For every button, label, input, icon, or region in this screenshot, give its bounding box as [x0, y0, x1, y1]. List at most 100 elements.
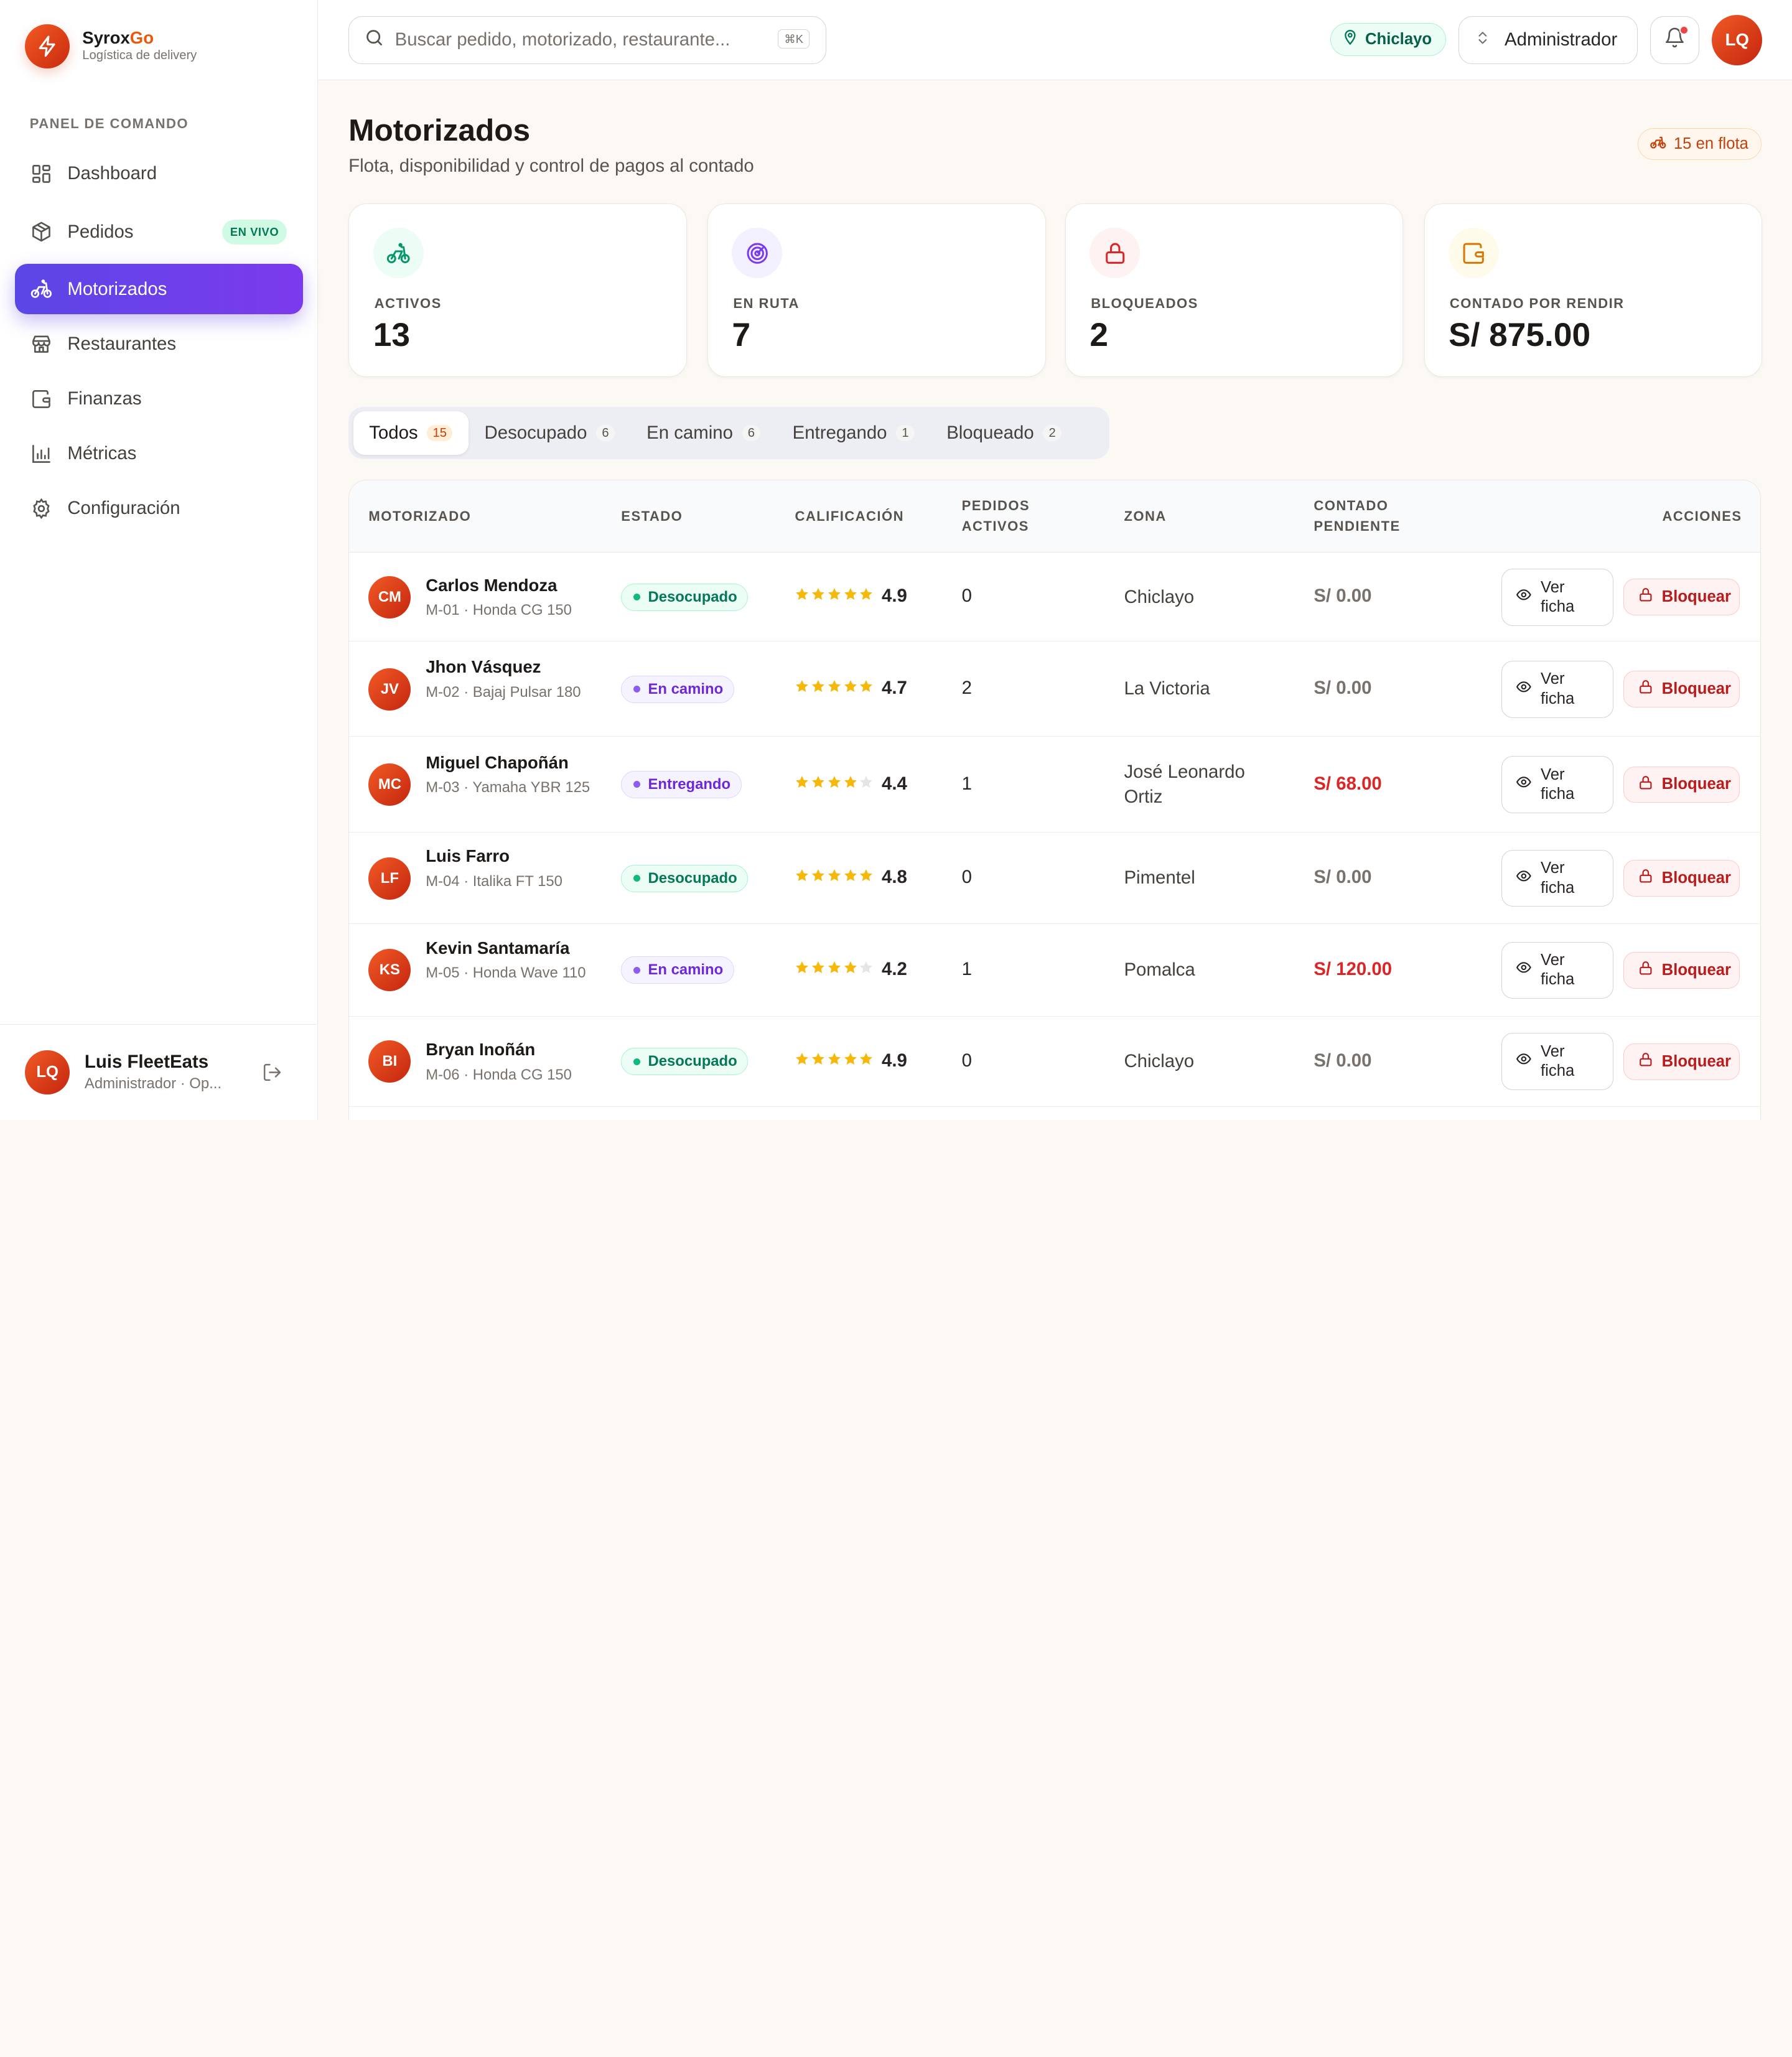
sidebar-item-configuracion[interactable]: Configuración [15, 483, 303, 534]
column-header[interactable]: CALIFICACIÓN [795, 506, 904, 526]
city-selector[interactable]: Chiclayo [1330, 22, 1447, 56]
rider-name[interactable]: Miguel Chapoñán [426, 753, 569, 773]
star-icon [859, 585, 874, 607]
table-row[interactable]: LF Luis Farro M-04 · Italika FT 150 Desocup… [349, 833, 1761, 925]
star-icon [811, 773, 826, 795]
rating: 4.4 [795, 773, 907, 795]
star-icon [795, 959, 810, 980]
zone: La Victoria [1124, 678, 1210, 699]
tab-count: 1 [896, 424, 915, 442]
block-button[interactable]: Bloquear [1623, 860, 1740, 897]
eye-icon [1516, 679, 1532, 700]
stat-card-bloqueados: BLOQUEADOS 2 [1065, 203, 1404, 378]
view-profile-button[interactable]: Ver ficha [1501, 660, 1613, 718]
store-icon [30, 332, 53, 355]
tab-bloqueado[interactable]: Bloqueado 2 [930, 411, 1077, 455]
bike-icon [373, 228, 424, 279]
star-icon [827, 959, 842, 980]
sidebar-item-pedidos[interactable]: Pedidos EN VIVO [15, 207, 303, 257]
table-row[interactable]: KS Kevin Santamaría M-05 · Honda Wave 110 E… [349, 924, 1761, 1017]
tab-todos[interactable]: Todos 15 [353, 411, 469, 455]
active-orders: 1 [961, 959, 972, 980]
rider-vehicle: M-06 · Honda CG 150 [426, 1066, 572, 1083]
star-icon [859, 678, 874, 699]
sidebar-item-label: Finanzas [67, 388, 142, 409]
view-profile-button[interactable]: Ver ficha [1501, 1033, 1613, 1091]
block-button[interactable]: Bloquear [1623, 1043, 1740, 1080]
fleet-count-chip: 15 en flota [1637, 128, 1762, 161]
avatar: LQ [25, 1050, 70, 1095]
column-header[interactable]: PEDIDOS ACTIVOS [962, 495, 1030, 536]
star-icon [795, 678, 810, 699]
sidebar-item-dashboard[interactable]: Dashboard [15, 149, 303, 199]
column-header[interactable]: ESTADO [621, 506, 683, 526]
pending-cash: S/ 120.00 [1314, 959, 1393, 980]
sidebar-item-motorizados[interactable]: Motorizados [14, 264, 303, 315]
block-button[interactable]: Bloquear [1623, 579, 1740, 616]
search-box[interactable]: ⌘K [348, 16, 826, 64]
column-header[interactable]: CONTADO PENDIENTE [1314, 495, 1400, 536]
column-header[interactable]: ZONA [1124, 506, 1166, 526]
status-badge: En camino [621, 956, 734, 984]
star-icon [843, 867, 858, 888]
notifications-button[interactable] [1650, 16, 1700, 64]
role-label: Administrador [1505, 29, 1618, 50]
tab-entregando[interactable]: Entregando 1 [777, 411, 931, 455]
rider-name[interactable]: Luis Farro [426, 846, 510, 866]
sidebar-item-label: Dashboard [67, 163, 157, 184]
tab-count: 2 [1043, 424, 1062, 442]
table-row[interactable]: BI Bryan Inoñán M-06 · Honda CG 150 Desocup… [349, 1017, 1761, 1107]
star-icon [859, 1050, 874, 1071]
star-icon [827, 678, 842, 699]
tab-desocupado[interactable]: Desocupado 6 [469, 411, 631, 455]
active-orders: 2 [961, 678, 972, 699]
sidebar-item-metricas[interactable]: Métricas [15, 429, 303, 479]
pending-cash: S/ 0.00 [1314, 867, 1372, 888]
rider-name[interactable]: Bryan Inoñán [426, 1040, 535, 1060]
user-role: Administrador · Op... [84, 1075, 222, 1093]
avatar: MC [368, 763, 411, 806]
user-name: Luis FleetEats [84, 1052, 209, 1073]
rider-name[interactable]: Kevin Santamaría [426, 938, 569, 958]
search-input[interactable] [394, 29, 761, 51]
brand[interactable]: SyroxGo Logística de delivery [25, 24, 197, 69]
table-row[interactable]: JV Jhon Vásquez M-02 · Bajaj Pulsar 180 En … [349, 641, 1761, 737]
table-row[interactable]: CM Carlos Mendoza M-01 · Honda CG 150 Desoc… [349, 553, 1761, 642]
user-profile[interactable]: LQ Luis FleetEats Administrador · Op... [0, 1024, 317, 1120]
rating-score: 4.9 [882, 585, 907, 607]
block-button[interactable]: Bloquear [1623, 952, 1740, 989]
zone: Chiclayo [1124, 586, 1195, 607]
user-avatar-button[interactable]: LQ [1712, 14, 1763, 65]
notification-dot [1679, 26, 1689, 35]
stat-card-contado: CONTADO POR RENDIR S/ 875.00 [1424, 203, 1763, 378]
status-badge: Entregando [621, 770, 742, 798]
grid-icon [30, 162, 53, 185]
status-tabs: Todos 15 Desocupado 6 En camino 6 Entregand… [348, 406, 1110, 460]
tab-en-camino[interactable]: En camino 6 [630, 411, 776, 455]
block-button[interactable]: Bloquear [1623, 671, 1740, 707]
view-profile-button[interactable]: Ver ficha [1501, 568, 1613, 626]
brand-name: SyroxGo [82, 27, 154, 47]
view-profile-button[interactable]: Ver ficha [1501, 756, 1613, 813]
view-profile-button[interactable]: Ver ficha [1501, 941, 1613, 999]
bike-icon [1650, 133, 1667, 155]
wallet-icon [1449, 228, 1499, 279]
sidebar-item-label: Métricas [67, 443, 137, 464]
view-profile-button[interactable]: Ver ficha [1501, 849, 1613, 907]
lock-icon [1638, 775, 1654, 795]
table-row[interactable]: MC Miguel Chapoñán M-03 · Yamaha YBR 125 En… [349, 737, 1761, 833]
riders-table: MOTORIZADO ESTADO CALIFICACIÓN PEDIDOS AC… [348, 480, 1762, 1120]
block-button[interactable]: Bloquear [1623, 766, 1740, 803]
role-switcher[interactable]: Administrador [1458, 16, 1638, 64]
status-badge: Desocupado [621, 864, 749, 892]
rider-name[interactable]: Carlos Mendoza [426, 576, 557, 595]
sidebar-item-label: Motorizados [67, 278, 167, 299]
logout-icon[interactable] [262, 1062, 282, 1088]
star-icon [811, 1050, 826, 1071]
rider-name[interactable]: Jhon Vásquez [426, 657, 541, 677]
rating-score: 4.7 [882, 678, 907, 699]
sidebar-item-restaurantes[interactable]: Restaurantes [15, 319, 303, 369]
column-header[interactable]: MOTORIZADO [368, 506, 471, 526]
sidebar-item-finanzas[interactable]: Finanzas [15, 374, 303, 424]
pending-cash: S/ 0.00 [1314, 1050, 1372, 1071]
